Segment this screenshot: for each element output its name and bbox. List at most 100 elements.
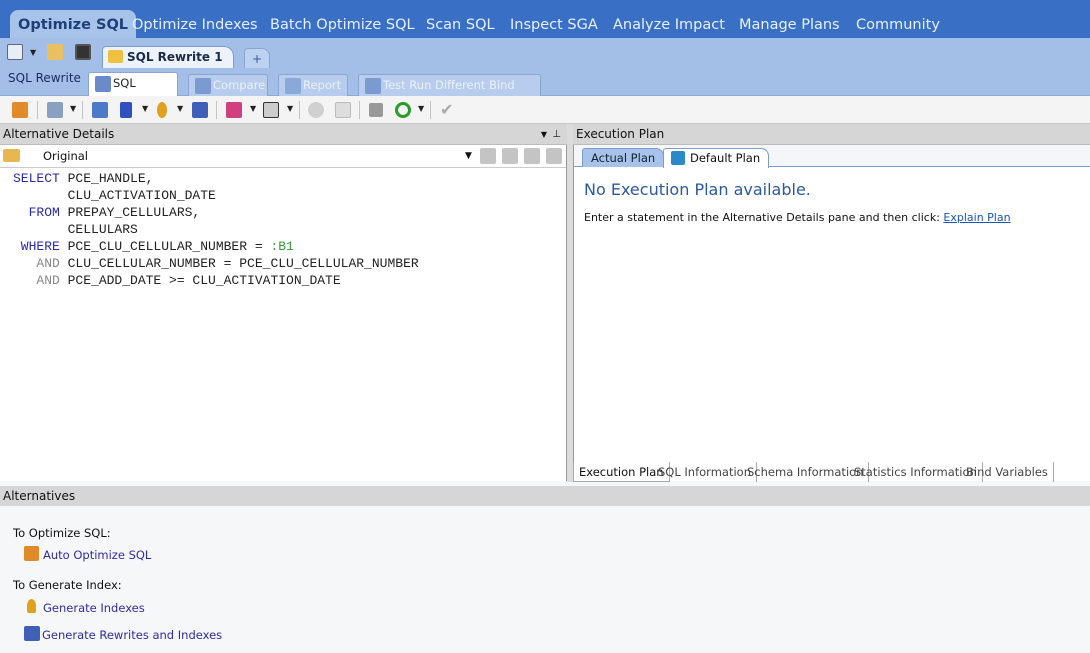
alternative-selector[interactable]: Original ▼ xyxy=(0,145,566,168)
folder-icon xyxy=(108,50,123,63)
add-tab-button[interactable]: + xyxy=(244,48,270,68)
sql-line: FROM PREPAY_CELLULARS, xyxy=(13,204,419,221)
no-plan-message: No Execution Plan available. xyxy=(584,180,811,199)
dropdown-icon[interactable]: ▼ xyxy=(418,104,424,113)
auto-optimize-icon xyxy=(24,546,39,561)
optimize-label: To Optimize SQL: xyxy=(13,526,111,540)
auto-optimize-icon[interactable] xyxy=(12,102,28,118)
toolbar: ▼ ▼ ▼ ▼ ▼ ▼ ✔ xyxy=(0,96,1090,124)
selector-dropdown-icon[interactable]: ▼ xyxy=(465,151,472,161)
test-run-icon[interactable] xyxy=(226,102,242,118)
subtab-label: Report xyxy=(303,78,342,92)
separator xyxy=(359,101,360,119)
compare-icon xyxy=(195,78,211,94)
subtab-sql-details[interactable]: SQL Details xyxy=(88,72,178,111)
default-plan-icon xyxy=(671,151,685,165)
alternatives-pane: To Optimize SQL: Auto Optimize SQL To Ge… xyxy=(0,506,1090,653)
rewrite-index-icon xyxy=(24,626,40,641)
tab-label: Default Plan xyxy=(690,151,761,165)
settings-icon[interactable] xyxy=(308,102,324,118)
format-icon[interactable] xyxy=(47,102,63,118)
nav-tab-scan-sql[interactable]: Scan SQL xyxy=(418,12,503,38)
nav-tab-community[interactable]: Community xyxy=(848,12,948,38)
sql-line: WHERE PCE_CLU_CELLULAR_NUMBER = :B1 xyxy=(13,238,419,255)
document-tab-label: SQL Rewrite 1 xyxy=(127,50,223,64)
sql-text: PCE_CLU_CELLULAR_NUMBER = xyxy=(67,239,271,254)
save-icon[interactable] xyxy=(75,44,91,60)
sql-keyword: SELECT xyxy=(13,171,68,186)
folder-open-icon[interactable] xyxy=(3,149,20,162)
sql-text: PCE_HANDLE, xyxy=(67,171,154,186)
auto-optimize-link[interactable]: Auto Optimize SQL xyxy=(43,548,151,562)
sql-keyword: AND xyxy=(13,256,68,271)
dropdown-icon[interactable]: ▼ xyxy=(142,104,148,113)
previous-icon[interactable] xyxy=(502,148,518,164)
dropdown-icon[interactable]: ▼ xyxy=(287,104,293,113)
separator xyxy=(216,101,217,119)
sql-line: CELLULARS xyxy=(13,221,419,238)
separator xyxy=(299,101,300,119)
last-icon[interactable] xyxy=(546,148,562,164)
new-dropdown-icon[interactable]: ▼ xyxy=(30,48,36,57)
report-icon xyxy=(285,78,301,94)
sql-text: PCE_ADD_DATE >= CLU_ACTIVATION_DATE xyxy=(67,273,341,288)
alternative-details-pane: Original ▼ SELECT PCE_HANDLE, CLU_ACTIVA… xyxy=(0,145,567,481)
add-icon[interactable] xyxy=(335,102,351,118)
pane-menu-icon[interactable]: ▼ xyxy=(541,124,547,145)
refresh-icon[interactable] xyxy=(395,102,411,118)
stop-icon[interactable] xyxy=(369,103,383,117)
check-icon[interactable]: ✔ xyxy=(440,100,453,119)
pane-header-alternatives: Alternatives xyxy=(0,486,1090,507)
selector-value: Original xyxy=(43,149,89,163)
plan-hint: Enter a statement in the Alternative Det… xyxy=(584,211,1011,224)
subtab-compare[interactable]: Compare xyxy=(188,74,268,96)
pin-icon[interactable]: ⊥ xyxy=(552,124,561,145)
document-tab[interactable]: SQL Rewrite 1 ✕ xyxy=(102,46,234,85)
generate-rewrites-indexes-link[interactable]: Generate Rewrites and Indexes xyxy=(42,628,222,642)
dropdown-icon[interactable]: ▼ xyxy=(177,104,183,113)
execution-plan-pane: Actual Plan Default Plan No Execution Pl… xyxy=(573,145,1090,481)
explain-plan-link[interactable]: Explain Plan xyxy=(943,211,1010,224)
new-icon[interactable] xyxy=(7,44,23,60)
sql-text: CLU_ACTIVATION_DATE xyxy=(13,188,216,203)
sql-editor[interactable]: SELECT PCE_HANDLE, CLU_ACTIVATION_DATE F… xyxy=(13,170,419,289)
sql-text: CELLULARS xyxy=(13,222,138,237)
pane-title: Alternatives xyxy=(3,489,76,503)
nav-tab-optimize-indexes[interactable]: Optimize Indexes xyxy=(124,12,266,38)
subtab-report[interactable]: Report xyxy=(278,74,348,96)
nav-tab-inspect-sga[interactable]: Inspect SGA xyxy=(502,12,606,38)
sql-text: PREPAY_CELLULARS, xyxy=(67,205,201,220)
subtab-test-run-bind-values[interactable]: Test Run Different Bind Values xyxy=(358,74,541,113)
dropdown-icon[interactable]: ▼ xyxy=(70,104,76,113)
sql-details-icon xyxy=(95,76,111,92)
sql-line: AND CLU_CELLULAR_NUMBER = PCE_CLU_CELLUL… xyxy=(13,255,419,272)
user-search-icon[interactable] xyxy=(92,102,108,118)
sql-bind-variable: :B1 xyxy=(270,239,294,254)
bottom-tab-bind-variables[interactable]: Bind Variables xyxy=(961,462,1054,482)
sql-line: AND PCE_ADD_DATE >= CLU_ACTIVATION_DATE xyxy=(13,272,419,289)
tab-default-plan[interactable]: Default Plan xyxy=(663,148,770,168)
generate-indexes-link[interactable]: Generate Indexes xyxy=(43,601,145,615)
nav-tab-analyze-impact[interactable]: Analyze Impact xyxy=(605,12,733,38)
pane-header-execution-plan: Execution Plan xyxy=(573,124,1090,145)
key-icon[interactable] xyxy=(157,102,167,118)
separator xyxy=(37,101,38,119)
pane-title: Execution Plan xyxy=(576,127,665,141)
open-folder-icon[interactable] xyxy=(47,44,63,60)
runner-icon xyxy=(365,78,381,94)
nav-tab-optimize-sql[interactable]: Optimize SQL xyxy=(10,10,137,38)
sql-line: SELECT PCE_HANDLE, xyxy=(13,170,419,187)
rewrite-icon[interactable] xyxy=(120,102,132,118)
tab-actual-plan[interactable]: Actual Plan xyxy=(582,148,665,167)
nav-tab-manage-plans[interactable]: Manage Plans xyxy=(731,12,848,38)
execute-icon[interactable] xyxy=(263,102,279,118)
next-icon[interactable] xyxy=(524,148,540,164)
first-icon[interactable] xyxy=(480,148,496,164)
main-nav: Optimize SQL Optimize Indexes Batch Opti… xyxy=(0,0,1090,38)
sql-line: CLU_ACTIVATION_DATE xyxy=(13,187,419,204)
nav-tab-batch-optimize-sql[interactable]: Batch Optimize SQL xyxy=(262,12,423,38)
sql-text: CLU_CELLULAR_NUMBER = PCE_CLU_CELLULAR_N… xyxy=(67,256,419,271)
subtab-label: Compare xyxy=(213,78,266,92)
dropdown-icon[interactable]: ▼ xyxy=(250,104,256,113)
rewrite-index-icon[interactable] xyxy=(192,102,208,118)
